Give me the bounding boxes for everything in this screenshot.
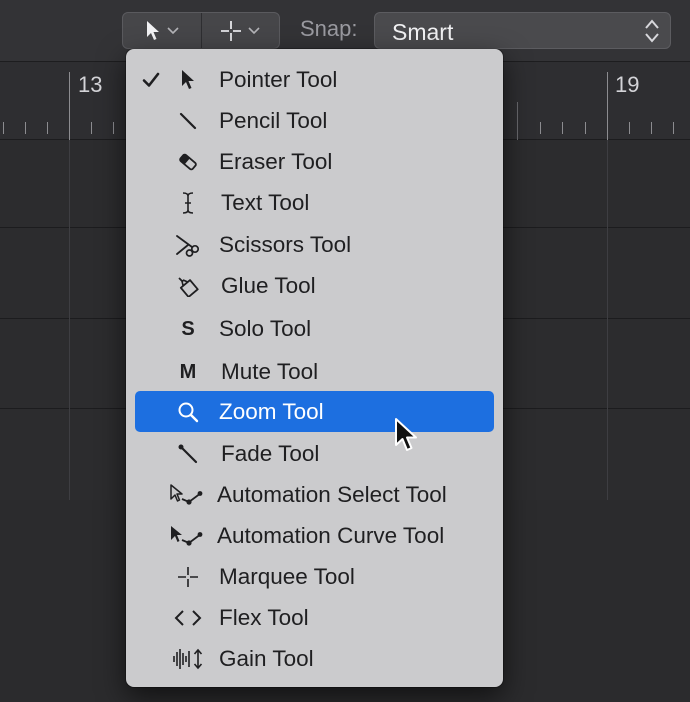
- menu-item-label: Eraser Tool: [219, 149, 333, 174]
- menu-item-text-tool[interactable]: Text Tool: [135, 182, 494, 223]
- fade-icon: [171, 442, 205, 466]
- mute-icon: M: [179, 361, 197, 383]
- tool-selector-group: [122, 12, 280, 49]
- menu-item-label: Glue Tool: [221, 273, 316, 298]
- menu-item-label: Flex Tool: [219, 605, 309, 630]
- automation-curve-icon: [169, 524, 203, 548]
- pencil-icon: [171, 109, 205, 133]
- menu-item-automation-curve-tool[interactable]: Automation Curve Tool: [135, 515, 494, 556]
- snap-value: Smart: [392, 19, 454, 45]
- snap-dropdown[interactable]: Smart: [374, 12, 671, 49]
- solo-icon: S: [181, 318, 195, 340]
- glue-icon: [171, 274, 205, 298]
- menu-item-automation-select-tool[interactable]: Automation Select Tool: [135, 474, 494, 515]
- chevron-down-icon: [248, 26, 260, 34]
- menu-item-zoom-tool[interactable]: Zoom Tool: [135, 391, 494, 432]
- menu-item-gain-tool[interactable]: Gain Tool: [135, 638, 494, 679]
- menu-item-pointer-tool[interactable]: Pointer Tool: [135, 59, 494, 100]
- menu-item-label: Gain Tool: [219, 646, 314, 671]
- menu-item-label: Pointer Tool: [219, 67, 338, 92]
- pointer-icon: [171, 68, 205, 92]
- menu-item-mute-tool[interactable]: M Mute Tool: [135, 351, 494, 392]
- magnifier-icon: [171, 400, 205, 424]
- menu-item-label: Text Tool: [221, 190, 310, 215]
- gain-icon: [171, 647, 205, 671]
- ruler-marker-19: 19: [615, 72, 640, 97]
- marquee-icon: [171, 565, 205, 589]
- menu-item-label: Fade Tool: [221, 441, 320, 466]
- menu-item-pencil-tool[interactable]: Pencil Tool: [135, 100, 494, 141]
- menu-item-solo-tool[interactable]: S Solo Tool: [135, 308, 494, 349]
- pointer-icon: [146, 20, 159, 40]
- menu-item-label: Automation Curve Tool: [217, 523, 445, 548]
- text-cursor-icon: [171, 191, 205, 215]
- menu-item-glue-tool[interactable]: Glue Tool: [135, 265, 494, 306]
- left-click-tool-button[interactable]: [123, 13, 201, 48]
- menu-item-label: Automation Select Tool: [217, 482, 447, 507]
- menu-item-scissors-tool[interactable]: Scissors Tool: [135, 224, 494, 265]
- menu-item-label: Solo Tool: [219, 316, 312, 341]
- flex-icon: [171, 606, 205, 630]
- marquee-icon: [221, 20, 242, 41]
- chevron-down-icon: [167, 26, 179, 34]
- menu-item-label: Pencil Tool: [219, 108, 328, 133]
- eraser-icon: [171, 150, 205, 174]
- menu-item-label: Mute Tool: [221, 359, 319, 384]
- command-click-tool-button[interactable]: [200, 13, 280, 48]
- menu-item-label: Marquee Tool: [219, 564, 355, 589]
- menu-item-flex-tool[interactable]: Flex Tool: [135, 597, 494, 638]
- ruler-marker-13: 13: [78, 72, 103, 97]
- mouse-cursor-icon: [395, 418, 417, 451]
- up-down-arrows-icon: [645, 19, 659, 43]
- menu-item-label: Scissors Tool: [219, 232, 352, 257]
- menu-item-fade-tool[interactable]: Fade Tool: [135, 433, 494, 474]
- checkmark-icon: [142, 72, 160, 87]
- menu-item-label: Zoom Tool: [219, 399, 324, 424]
- menu-item-marquee-tool[interactable]: Marquee Tool: [135, 556, 494, 597]
- automation-select-icon: [169, 483, 203, 507]
- snap-label: Snap:: [300, 16, 358, 41]
- tool-menu: Pointer Tool Pencil Tool Eraser Tool Tex…: [126, 49, 503, 687]
- scissors-icon: [171, 233, 205, 257]
- menu-item-eraser-tool[interactable]: Eraser Tool: [135, 141, 494, 182]
